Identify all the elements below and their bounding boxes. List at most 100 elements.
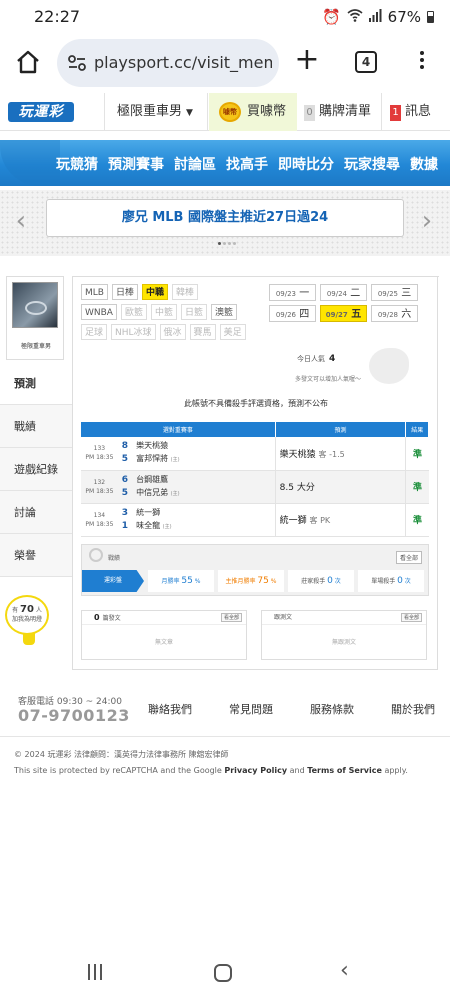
date-value: 09/23 [275, 290, 296, 298]
date-weekday: 五 [351, 309, 362, 320]
chevron-right-icon[interactable]: › [418, 206, 436, 236]
footer-link-contact[interactable]: 聯絡我們 [148, 701, 192, 717]
date-chip[interactable]: 09/23 一 [269, 284, 316, 301]
back-icon[interactable]: ‹ [340, 958, 349, 983]
date-chip[interactable]: 09/24 二 [320, 284, 367, 301]
date-value: 09/28 [377, 311, 398, 319]
banner-link[interactable]: 廖兄 MLB 國際盤主推近27日過24 [46, 199, 404, 237]
avatar[interactable] [12, 282, 58, 328]
status-time: 22:27 [34, 7, 81, 26]
user-dropdown-label: 極限重車男 [117, 104, 183, 119]
address-bar[interactable]: playsport.cc/visit_mem [57, 39, 279, 87]
carousel-dot[interactable] [218, 242, 221, 245]
carousel-dot[interactable] [233, 242, 236, 245]
score-away: 3 [121, 507, 129, 518]
user-dropdown[interactable]: 極限重車男 ▼ [104, 93, 208, 131]
home-icon[interactable] [14, 48, 42, 76]
nav-item-predict[interactable]: 預測賽事 [108, 154, 164, 174]
footer-link-terms[interactable]: 服務條款 [310, 701, 354, 717]
browser-toolbar: playsport.cc/visit_mem + 4 [0, 34, 450, 92]
date-weekday: 二 [350, 288, 361, 299]
nav-item-live-score[interactable]: 即時比分 [278, 154, 334, 174]
today-popularity: 今日人氣 4 [297, 354, 335, 364]
nav-item-player-search[interactable]: 玩家搜尋 [344, 154, 400, 174]
follow-bulb-button[interactable]: 有 70 人 加我為明燈 [5, 595, 53, 647]
sport-chip[interactable]: WNBA [81, 304, 117, 320]
record-label: 戰績 [108, 555, 121, 562]
nav-item-forum[interactable]: 討論區 [174, 154, 216, 174]
recent-apps-icon[interactable] [88, 964, 106, 980]
footer-link-about[interactable]: 關於我們 [391, 701, 435, 717]
posts-empty: 無文章 [154, 639, 173, 646]
sport-chip[interactable]: MLB [81, 284, 108, 300]
carousel-dot[interactable] [228, 242, 231, 245]
sport-chip[interactable]: 中職 [141, 284, 168, 300]
sport-chip[interactable]: 中籃 [150, 304, 177, 320]
home-tag: (主) [170, 457, 180, 464]
more-menu-icon[interactable] [412, 48, 432, 76]
tab-switcher-button[interactable]: 4 [355, 51, 377, 73]
sport-chip[interactable]: 日籃 [181, 304, 208, 320]
message-button[interactable]: 1 訊息 [384, 93, 450, 131]
carousel-dots [218, 242, 236, 245]
sidebar-item-game-log[interactable]: 遊戲紀錄 [0, 448, 72, 491]
nav-item-data[interactable]: 數據 [410, 154, 438, 174]
record-type-tag[interactable]: 運彩盤 [82, 570, 144, 592]
hotline-number[interactable]: 07-9700123 [18, 706, 130, 725]
bulb-label: 加我為明燈 [11, 616, 42, 623]
privacy-policy-link[interactable]: Privacy Policy [224, 766, 287, 775]
sidebar-item-record[interactable]: 戰績 [0, 405, 72, 448]
sport-chip[interactable]: 美足 [219, 324, 246, 340]
record-icon [89, 548, 103, 562]
cart-count-badge: 0 [304, 105, 315, 121]
carousel-dot[interactable] [223, 242, 226, 245]
sport-chip[interactable]: 賽馬 [189, 324, 216, 340]
away-killer-value: 0 [327, 576, 333, 586]
site-logo[interactable]: 玩運彩 [8, 102, 74, 122]
nav-item-experts[interactable]: 找高手 [226, 154, 268, 174]
sidebar-item-honor[interactable]: 榮譽 [0, 534, 72, 577]
view-all-record-button[interactable]: 看全部 [395, 551, 422, 564]
replies-box: 跟測文 看全部 無跟測文 [261, 610, 427, 660]
date-chip[interactable]: 09/27 五 [320, 305, 367, 322]
team-home: 中信兄弟 [136, 487, 169, 497]
game-id: 132 PM 18:35 [81, 470, 118, 504]
footer-link-faq[interactable]: 常見問題 [229, 701, 273, 717]
sport-chip[interactable]: NHL冰球 [111, 324, 156, 340]
view-all-posts-button[interactable]: 看全部 [220, 613, 242, 622]
sport-chip[interactable]: 俄冰 [159, 324, 186, 340]
chevron-left-icon[interactable]: ‹ [12, 206, 30, 236]
buy-coin-button[interactable]: 噱幣 買噱幣 [209, 93, 297, 131]
system-nav-bar: ‹ [0, 944, 450, 1000]
recaptcha-and: and [287, 766, 308, 775]
date-chip[interactable]: 09/28 六 [371, 305, 418, 322]
site-settings-icon[interactable] [67, 53, 87, 73]
sport-chip[interactable]: 日棒 [111, 284, 138, 300]
sport-chip[interactable]: 足球 [81, 324, 108, 340]
new-tab-icon[interactable]: + [294, 45, 320, 76]
sport-chip[interactable]: 韓棒 [172, 284, 199, 300]
date-chip[interactable]: 09/25 三 [371, 284, 418, 301]
panel-border [73, 276, 439, 277]
bulb-unit: 人 [35, 607, 42, 614]
team-away: 台鋼雄鷹 [136, 474, 169, 484]
profile-name: 極限重車男 [20, 343, 51, 350]
sidebar-item-discuss[interactable]: 討論 [0, 491, 72, 534]
sidebar-item-predict[interactable]: 預測 [0, 362, 72, 405]
system-home-icon[interactable] [214, 964, 232, 982]
recaptcha-post: apply. [381, 766, 408, 775]
posts-box: 0 篇發文 看全部 無文章 [81, 610, 247, 660]
main-nav: 玩競猜 預測賽事 討論區 找高手 即時比分 玩家搜尋 數據 [0, 140, 450, 186]
nav-item-guess[interactable]: 玩競猜 [56, 154, 98, 174]
terms-of-service-link[interactable]: Terms of Service [307, 766, 382, 775]
view-all-replies-button[interactable]: 看全部 [400, 613, 422, 622]
pct-sign: % [194, 578, 201, 585]
sport-chip[interactable]: 澳籃 [211, 304, 238, 320]
pick-value: 統一獅 [279, 516, 307, 526]
team-away: 統一獅 [136, 507, 161, 517]
cart-button[interactable]: 0 購牌清單 [298, 93, 382, 131]
sport-chip[interactable]: 歐籃 [120, 304, 147, 320]
date-chip[interactable]: 09/26 四 [269, 305, 316, 322]
url-text[interactable]: playsport.cc/visit_mem [94, 53, 272, 72]
single-killer-value: 0 [397, 576, 403, 586]
